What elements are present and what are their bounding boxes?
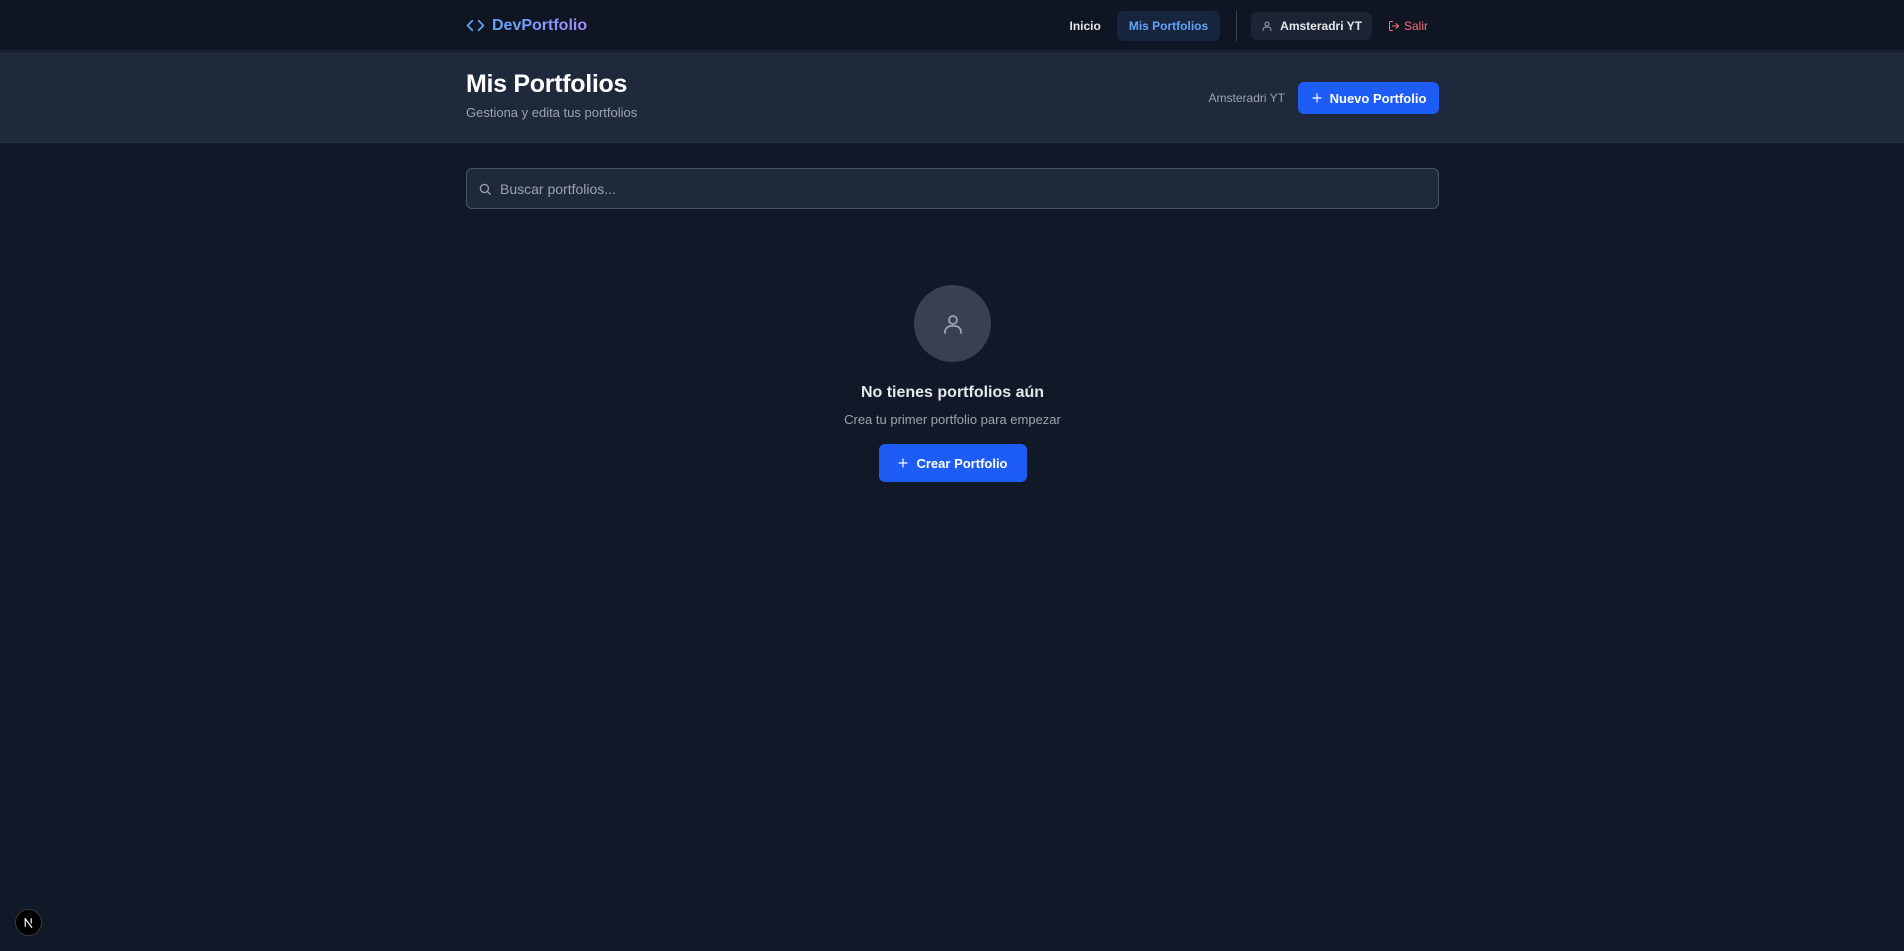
empty-state-title: No tienes portfolios aún <box>860 384 1045 401</box>
code-icon <box>466 19 485 32</box>
user-icon <box>1262 21 1272 31</box>
page-subtitle: Gestiona y edita tus portfolios <box>466 105 638 120</box>
header-user-name: Amsteradri YT <box>1208 91 1285 105</box>
navbar-actions: Inicio Mis Portfolios Amsteradri YT Sali… <box>1057 0 1438 51</box>
brand-logo-link[interactable]: DevPortfolio <box>466 16 587 35</box>
nextjs-dev-badge[interactable] <box>15 909 42 936</box>
user-menu-button[interactable]: Amsteradri YT <box>1251 11 1372 40</box>
plus-icon <box>898 458 909 468</box>
new-portfolio-button[interactable]: Nuevo Portfolio <box>1298 82 1439 114</box>
nav-link-mis-portfolios[interactable]: Mis Portfolios <box>1116 10 1221 41</box>
logout-icon <box>1388 20 1399 31</box>
create-portfolio-button[interactable]: Crear Portfolio <box>878 444 1027 482</box>
navbar-inner: DevPortfolio Inicio Mis Portfolios Amste… <box>466 0 1438 51</box>
search-box <box>466 168 1439 209</box>
new-portfolio-label: Nuevo Portfolio <box>1329 90 1427 106</box>
page-header: Mis Portfolios Gestiona y edita tus port… <box>0 52 1904 143</box>
logout-button[interactable]: Salir <box>1388 19 1428 33</box>
user-name: Amsteradri YT <box>1280 18 1362 33</box>
empty-state-avatar <box>914 285 991 362</box>
search-icon <box>479 183 491 195</box>
plus-icon <box>1312 93 1322 103</box>
page-title: Mis Portfolios <box>466 70 628 98</box>
search-input[interactable] <box>500 180 1438 197</box>
nextjs-icon <box>24 918 33 928</box>
header-actions: Amsteradri YT Nuevo Portfolio <box>1209 82 1439 114</box>
create-portfolio-label: Crear Portfolio <box>916 455 1008 471</box>
page-header-inner: Mis Portfolios Gestiona y edita tus port… <box>466 52 1439 143</box>
logout-label: Salir <box>1403 18 1428 33</box>
brand-name: DevPortfolio <box>492 16 588 34</box>
nav-link-inicio[interactable]: Inicio <box>1057 11 1112 41</box>
top-navbar: DevPortfolio Inicio Mis Portfolios Amste… <box>0 0 1904 51</box>
nav-divider <box>1236 10 1238 41</box>
empty-state: No tienes portfolios aún Crea tu primer … <box>466 285 1439 482</box>
user-icon <box>943 314 962 334</box>
empty-state-text: Crea tu primer portfolio para empezar <box>844 412 1061 427</box>
